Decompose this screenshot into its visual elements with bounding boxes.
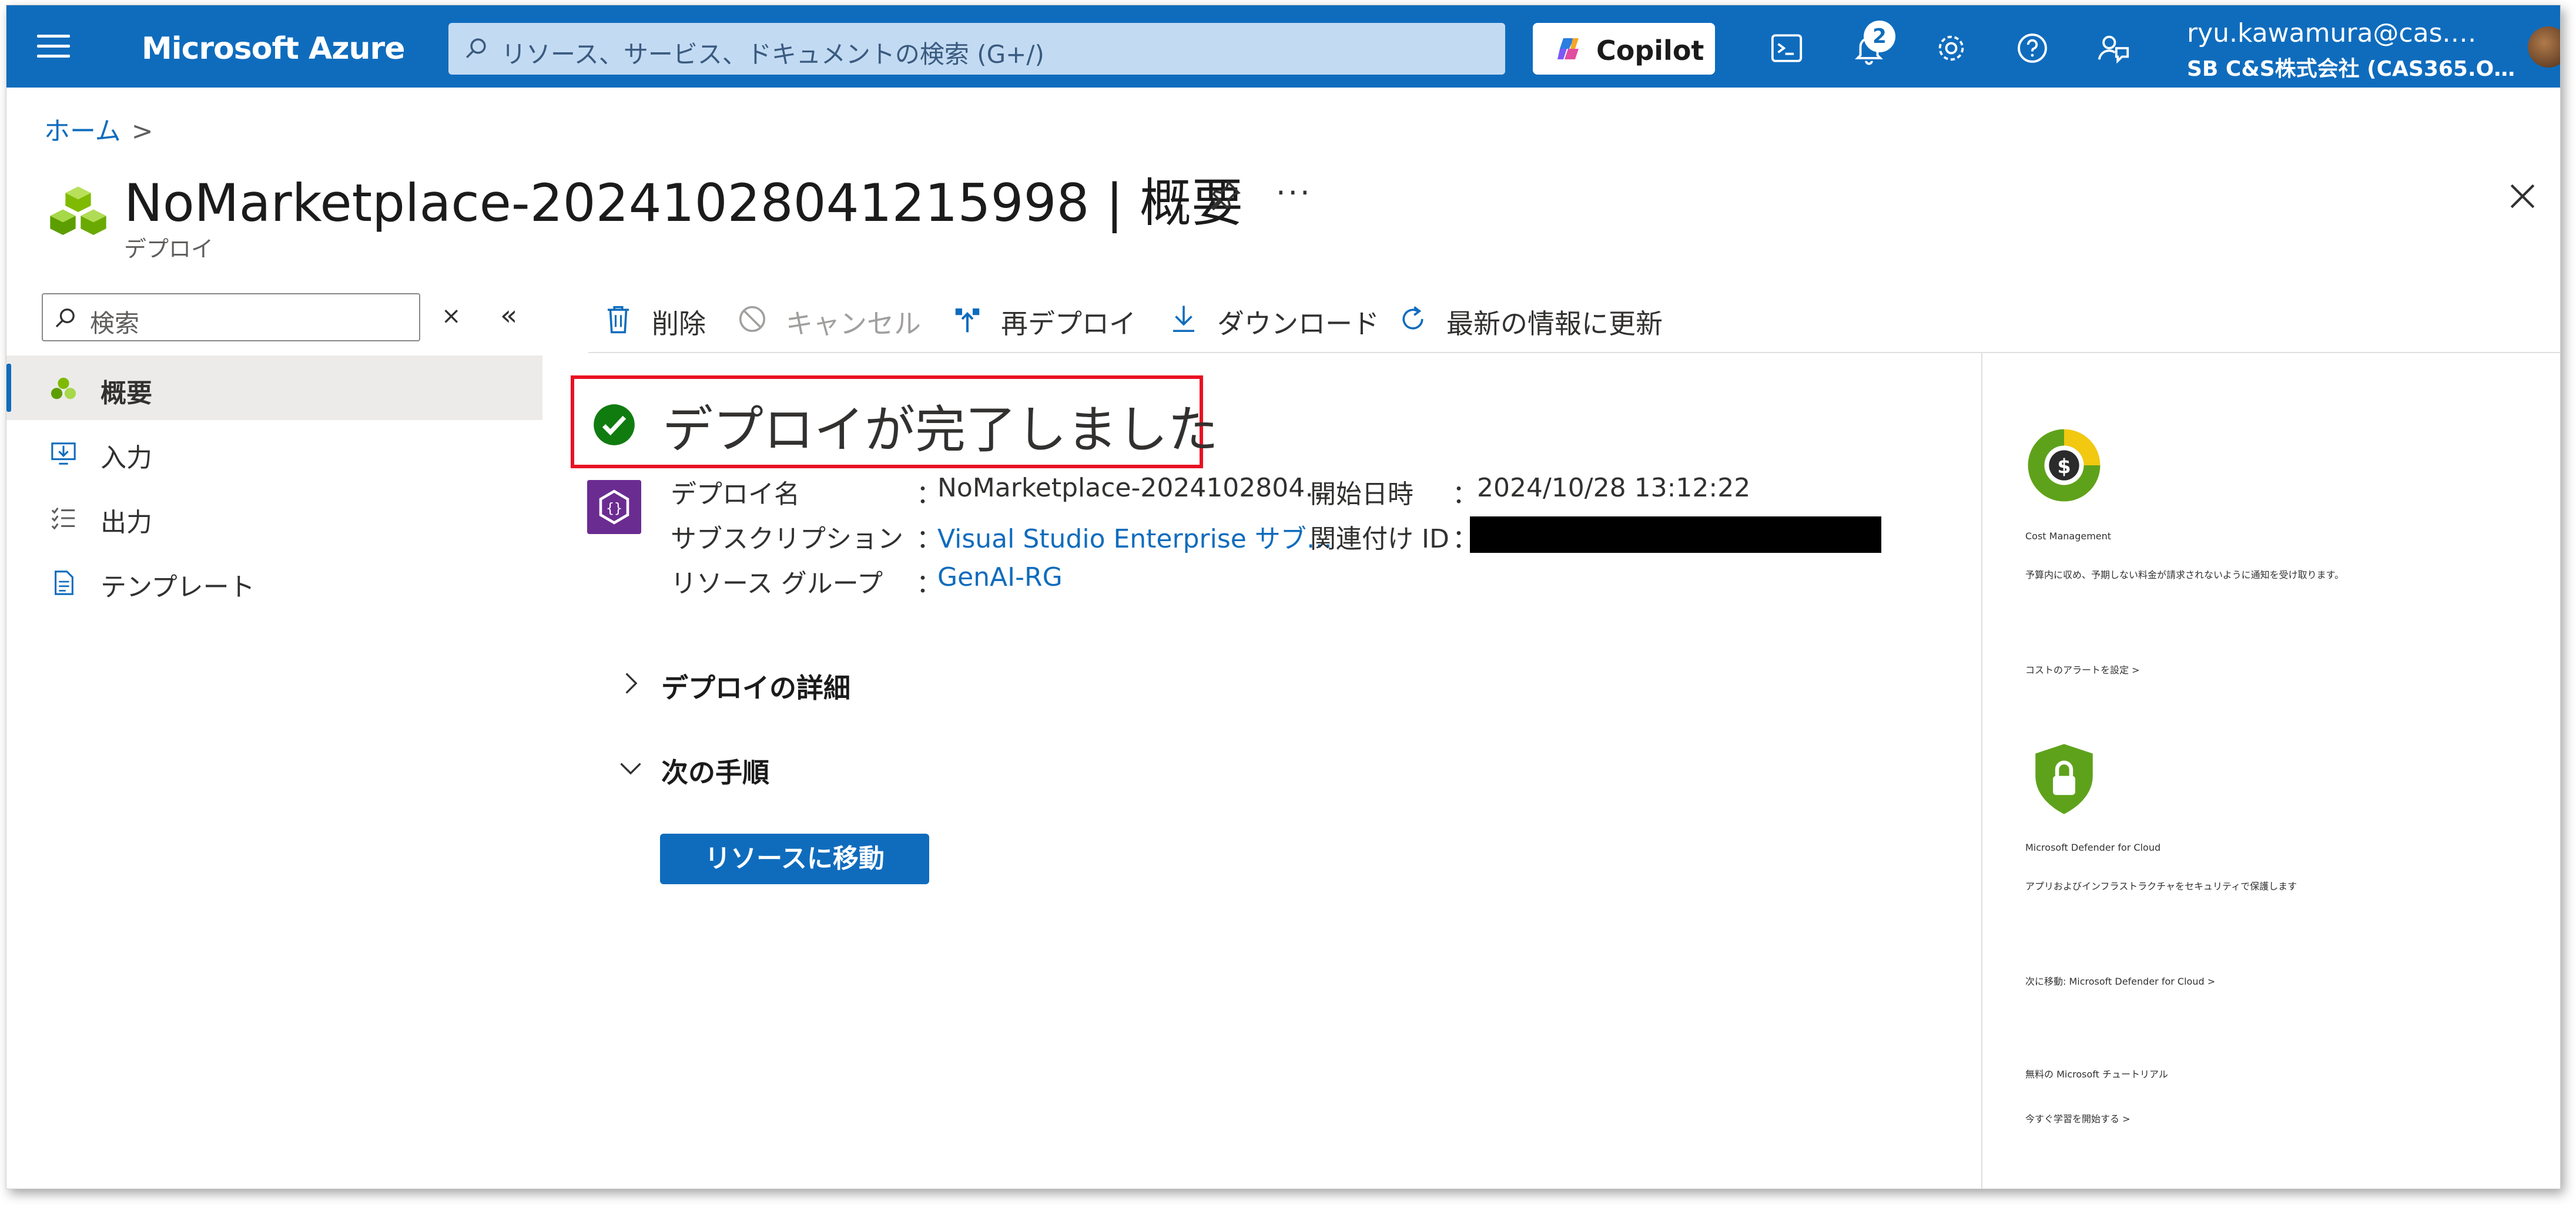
deployment-details-label: デプロイの詳細 — [661, 672, 850, 704]
azure-portal-window: Microsoft Azure リソース、サービス、ドキュメントの検索 (G+/… — [6, 5, 2561, 1189]
download-label: ダウンロード — [1217, 308, 1379, 340]
cost-alert-link[interactable]: コストのアラートを設定 > — [2025, 662, 2140, 676]
nav-item-output[interactable]: 出力 — [6, 485, 542, 549]
toolbar-divider — [588, 352, 2560, 353]
copilot-label: Copilot — [1596, 35, 1704, 66]
input-icon — [51, 442, 76, 465]
refresh-icon — [1402, 306, 1423, 330]
command-bar: 削除 キャンセル 再デプロイ ダウンロード 最新の情報に更新 — [588, 290, 2560, 348]
go-to-resource-button[interactable]: リソースに移動 — [660, 834, 929, 884]
cancel-label: キャンセル — [786, 308, 921, 340]
redeploy-icon — [955, 308, 980, 333]
breadcrumb: ホーム > — [44, 110, 153, 147]
next-steps-label: 次の手順 — [661, 757, 769, 788]
overview-icon — [51, 377, 76, 400]
brand-title[interactable]: Microsoft Azure — [142, 31, 405, 66]
template-icon — [55, 570, 73, 595]
settings-gear-icon[interactable] — [1934, 31, 1968, 65]
deployment-name-value: NoMarketplace-2024102804… — [937, 473, 1331, 503]
cost-management-icon: $ — [2028, 429, 2101, 502]
delete-label: 削除 — [652, 308, 706, 340]
user-email: ryu.kawamura@cas.… — [2187, 18, 2477, 48]
search-icon — [466, 38, 486, 58]
more-options-icon[interactable]: ··· — [1276, 176, 1312, 211]
copilot-icon — [1557, 38, 1579, 59]
correlation-id-redacted — [1470, 516, 1881, 553]
help-icon[interactable] — [2015, 31, 2049, 65]
correlation-id-label: 関連付け ID — [1310, 524, 1449, 554]
defender-shield-icon — [2035, 744, 2093, 814]
global-search-input[interactable]: リソース、サービス、ドキュメントの検索 (G+/) — [448, 23, 1505, 75]
avatar[interactable] — [2528, 26, 2560, 68]
defender-description: アプリおよびインフラストラクチャをセキュリティで保護します — [2025, 881, 2297, 892]
deployment-status-banner: デプロイが完了しました — [571, 375, 1218, 468]
nav-item-template[interactable]: テンプレート — [6, 549, 542, 614]
account-info[interactable]: ryu.kawamura@cas.… SB C&S株式会社 (CAS365.O… — [2187, 18, 2515, 82]
page-title: NoMarketplace-20241028041215998 | 概要 — [124, 173, 1244, 233]
deployment-template-icon: {} — [587, 480, 641, 534]
notification-badge: 2 — [1864, 21, 1895, 52]
svg-text:{}: {} — [606, 501, 622, 516]
tutorial-title: 無料の Microsoft チュートリアル — [2025, 1069, 2168, 1080]
refresh-label: 最新の情報に更新 — [1446, 308, 1663, 340]
defender-title: Microsoft Defender for Cloud — [2025, 842, 2161, 853]
resource-group-label: リソース グループ — [671, 569, 883, 599]
cancel-icon — [739, 306, 766, 333]
nav-search-input[interactable]: 検索 — [42, 293, 420, 341]
deployment-cubes-icon — [50, 186, 106, 235]
feedback-icon[interactable] — [2096, 31, 2131, 65]
redeploy-label: 再デプロイ — [1001, 308, 1136, 340]
chevron-down-icon — [620, 763, 641, 775]
right-panel-divider — [1981, 353, 1982, 1189]
svg-text:$: $ — [2057, 455, 2071, 478]
search-placeholder: リソース、サービス、ドキュメントの検索 (G+/) — [501, 40, 1044, 69]
breadcrumb-separator: > — [131, 116, 153, 146]
chevron-right-icon — [625, 673, 638, 694]
nav-item-label: 概要 — [101, 378, 152, 408]
colon: ： — [1452, 479, 1478, 509]
menu-icon[interactable] — [37, 35, 70, 58]
start-time-label: 開始日時 — [1310, 479, 1413, 509]
nav-item-label: 出力 — [101, 508, 152, 538]
cost-management-title: Cost Management — [2025, 531, 2112, 542]
side-nav: 概要 入力 出力 テンプレート — [6, 355, 542, 614]
subscription-link[interactable]: Visual Studio Enterprise サブ… — [937, 518, 1332, 555]
cost-management-description: 予算内に収め、予期しない料金が請求されないように通知を受け取ります。 — [2025, 569, 2344, 580]
resource-group-link[interactable]: GenAI-RG — [937, 562, 1063, 592]
nav-item-overview[interactable]: 概要 — [6, 355, 542, 420]
nav-item-input[interactable]: 入力 — [6, 420, 542, 485]
user-org: SB C&S株式会社 (CAS365.O… — [2187, 57, 2515, 81]
clear-filter-icon[interactable]: × — [441, 303, 461, 330]
top-bar: Microsoft Azure リソース、サービス、ドキュメントの検索 (G+/… — [6, 5, 2560, 88]
cloud-shell-icon[interactable] — [1770, 31, 1804, 65]
defender-link[interactable]: 次に移動: Microsoft Defender for Cloud > — [2025, 974, 2215, 988]
nav-item-label: 入力 — [101, 443, 152, 473]
subscription-label: サブスクリプション — [671, 524, 903, 554]
nav-item-label: テンプレート — [101, 572, 255, 602]
nav-search-placeholder: 検索 — [90, 309, 140, 338]
page-subtitle: デプロイ — [124, 236, 214, 262]
close-icon[interactable] — [2508, 182, 2537, 211]
copilot-button[interactable]: Copilot — [1533, 23, 1715, 75]
start-time-value: 2024/10/28 13:12:22 — [1477, 473, 1751, 503]
deployment-name-label: デプロイ名 — [671, 479, 800, 509]
collapse-nav-icon[interactable]: « — [500, 299, 517, 332]
pin-icon[interactable] — [1208, 178, 1243, 213]
trash-icon — [608, 306, 629, 334]
search-icon — [55, 308, 75, 328]
download-icon — [1173, 306, 1194, 333]
deployment-status-text: デプロイが完了しました — [662, 401, 1218, 459]
tutorial-link[interactable]: 今すぐ学習を開始する > — [2025, 1111, 2131, 1125]
breadcrumb-home[interactable]: ホーム — [44, 116, 121, 146]
output-icon — [51, 507, 75, 530]
success-check-icon — [594, 404, 635, 445]
